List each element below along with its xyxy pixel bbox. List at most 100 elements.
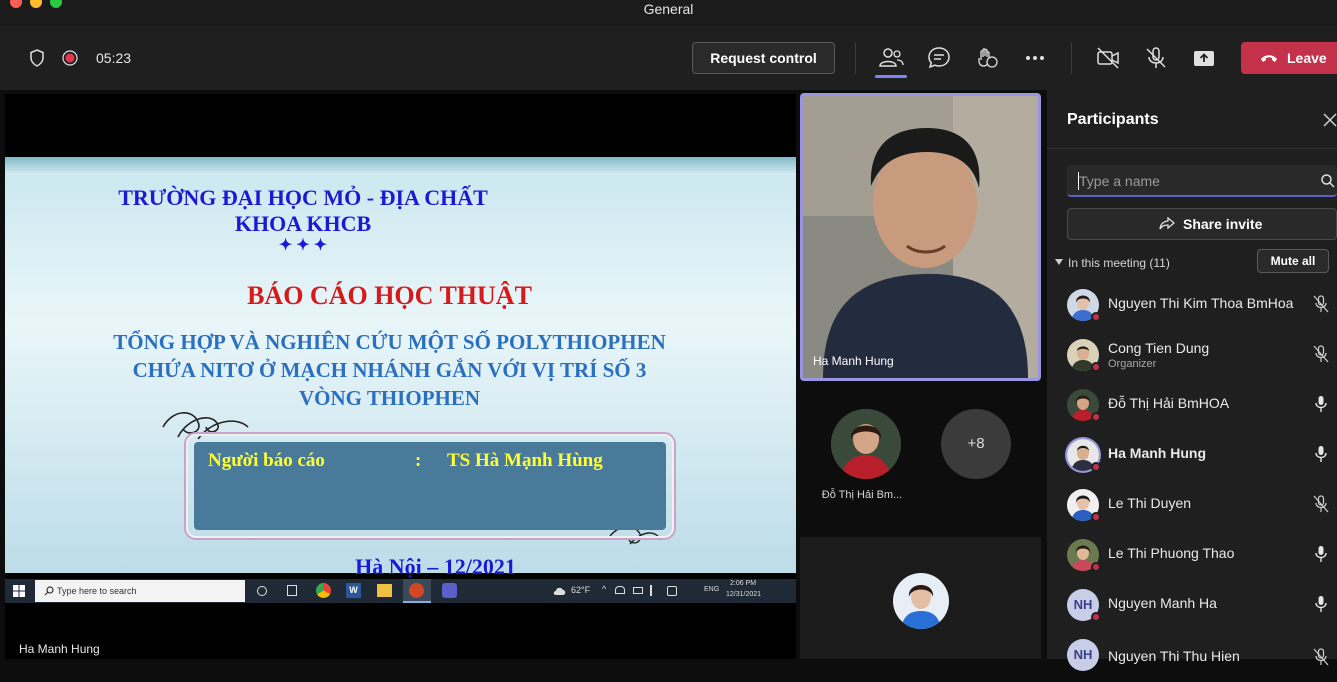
presence-badge <box>1091 612 1101 622</box>
participant-name: Ha Manh Hung <box>1108 445 1206 461</box>
gallery-avatar-do-thi-hai[interactable] <box>831 409 901 479</box>
file-explorer-icon[interactable] <box>377 584 392 597</box>
tray-volume-icon[interactable] <box>667 586 677 596</box>
teams-app-icon[interactable] <box>442 583 457 598</box>
taskbar-language[interactable]: ENG <box>704 586 719 593</box>
slide-topic-line-2: CHỨA NITƠ Ở MẠCH NHÁNH GẮN VỚI VỊ TRÍ SỐ… <box>132 358 647 382</box>
participant-photo <box>893 573 949 629</box>
speaker-tile-name: Ha Manh Hung <box>813 354 894 368</box>
presence-badge <box>1091 562 1101 572</box>
mic-muted-icon[interactable] <box>1313 495 1329 513</box>
participant-name: Nguyen Thi Thu Hien <box>1108 648 1240 664</box>
more-options-icon[interactable] <box>1021 44 1049 72</box>
taskbar-search-placeholder: Type here to search <box>57 586 137 596</box>
shield-icon[interactable] <box>29 49 45 67</box>
toolbar-divider <box>1071 42 1072 74</box>
participant-name: Le Thi Duyen <box>1108 495 1192 511</box>
chat-icon[interactable] <box>925 44 953 72</box>
slide-university-name: TRƯỜNG ĐẠI HỌC MỎ - ĐỊA CHẤT <box>118 185 488 210</box>
presenter-label: Người báo cáo <box>208 450 325 471</box>
chevron-down-icon[interactable] <box>1055 259 1063 265</box>
participant-row[interactable]: Nguyen Thi Kim Thoa BmHoa <box>1047 282 1337 332</box>
presence-badge <box>1091 512 1101 522</box>
avatar-initials: NH <box>1067 639 1099 671</box>
mic-muted-icon[interactable] <box>1313 345 1329 363</box>
camera-off-icon[interactable] <box>1094 44 1122 72</box>
toolbar-divider <box>855 42 856 74</box>
participants-panel: Participants Type a name Share invite In… <box>1047 90 1337 671</box>
participant-row[interactable]: Đỗ Thị Hải BmHOA <box>1047 382 1337 432</box>
chrome-app-icon[interactable] <box>316 583 331 598</box>
video-tile-participant[interactable] <box>800 537 1041 659</box>
mic-icon[interactable] <box>1313 395 1329 413</box>
window-title: General <box>643 1 694 17</box>
request-control-button[interactable]: Request control <box>692 42 835 74</box>
mute-all-button[interactable]: Mute all <box>1257 249 1329 273</box>
windows-start-icon[interactable] <box>13 585 25 597</box>
share-icon <box>1159 217 1175 230</box>
powerpoint-taskbar-item[interactable] <box>403 579 431 603</box>
powerpoint-app-icon <box>409 583 424 598</box>
presenter-colon: : <box>415 450 422 471</box>
mic-muted-icon[interactable] <box>1313 648 1329 666</box>
phone-hangup-icon <box>1261 55 1277 62</box>
search-icon[interactable] <box>1321 174 1335 188</box>
speaker-video-image <box>803 96 1038 378</box>
stage-presenter-name: Ha Manh Hung <box>19 642 100 656</box>
participant-photo <box>831 409 901 479</box>
taskbar-search-box[interactable]: Type here to search <box>35 580 245 602</box>
slide-topic-line-3: VÒNG THIOPHEN <box>298 386 481 410</box>
participant-row[interactable]: Le Thi Phuong Thao <box>1047 532 1337 582</box>
shared-screen: TRƯỜNG ĐẠI HỌC MỎ - ĐỊA CHẤT KHOA KHCB ✦… <box>5 94 796 659</box>
presentation-slide: TRƯỜNG ĐẠI HỌC MỎ - ĐỊA CHẤT KHOA KHCB ✦… <box>5 157 796 579</box>
weather-cloud-icon <box>553 587 566 595</box>
leave-button[interactable]: Leave <box>1241 42 1337 74</box>
mic-icon[interactable] <box>1313 545 1329 563</box>
taskbar-search-icon <box>44 586 54 596</box>
presenter-name: TS Hà Mạnh Hùng <box>447 450 603 471</box>
participant-row[interactable]: Cong Tien Dung Organizer <box>1047 332 1337 382</box>
window-titlebar: General <box>0 0 1337 26</box>
cortana-icon[interactable] <box>257 586 267 596</box>
tray-cloud-icon[interactable] <box>615 586 625 594</box>
mic-muted-icon[interactable] <box>1313 295 1329 313</box>
meeting-timer: 05:23 <box>96 50 132 66</box>
mic-icon[interactable] <box>1313 595 1329 613</box>
gallery-name-do-thi-hai: Đỗ Thị Hải Bm... <box>821 489 903 501</box>
reactions-icon[interactable] <box>973 44 1001 72</box>
slide-top-band <box>5 157 796 175</box>
participant-row[interactable]: NH Nguyen Manh Ha <box>1047 582 1337 632</box>
tray-battery-icon[interactable] <box>633 587 643 594</box>
word-app-icon[interactable]: W <box>346 583 361 598</box>
participant-row[interactable]: Le Thi Duyen <box>1047 482 1337 532</box>
taskbar-date[interactable]: 12/31/2021 <box>726 591 761 598</box>
participant-name: Le Thi Phuong Thao <box>1108 545 1235 561</box>
search-placeholder: Type a name <box>1079 173 1160 189</box>
video-tile-speaker[interactable]: Ha Manh Hung <box>800 93 1041 381</box>
presence-badge <box>1091 412 1101 422</box>
slide-stars: ✦ ✦ ✦ <box>278 237 328 254</box>
panel-divider <box>1047 148 1337 149</box>
mic-icon[interactable] <box>1313 445 1329 463</box>
participant-row[interactable]: NH Nguyen Thi Thu Hien <box>1047 632 1337 682</box>
slide-place-date: Hà Nội – 12/2021 <box>355 554 516 579</box>
participants-title: Participants <box>1067 111 1159 128</box>
share-invite-button[interactable]: Share invite <box>1067 208 1337 240</box>
meeting-toolbar: 05:23 Request control Leave <box>0 26 1337 90</box>
participant-search-input[interactable]: Type a name <box>1067 165 1337 197</box>
people-active-indicator <box>875 75 907 78</box>
close-panel-icon[interactable] <box>1323 113 1337 127</box>
people-icon[interactable] <box>877 44 905 72</box>
mic-off-icon[interactable] <box>1142 44 1170 72</box>
taskbar-weather: 62°F <box>571 585 591 595</box>
slide-topic-line-1: TỔNG HỢP VÀ NGHIÊN CỨU MỘT SỐ POLYTHIOPH… <box>113 330 666 354</box>
presenter-box: Người báo cáo : TS Hà Mạnh Hùng <box>186 434 674 538</box>
tray-wifi-icon[interactable] <box>650 585 660 596</box>
taskbar-time[interactable]: 2:06 PM <box>730 580 756 587</box>
share-screen-icon[interactable] <box>1190 44 1218 72</box>
participant-row[interactable]: Ha Manh Hung <box>1047 432 1337 482</box>
in-meeting-section-label[interactable]: In this meeting (11) <box>1068 256 1170 270</box>
tray-chevron-icon[interactable]: ^ <box>602 584 606 594</box>
task-view-icon[interactable] <box>287 585 297 596</box>
gallery-overflow-button[interactable]: +8 <box>941 409 1011 479</box>
